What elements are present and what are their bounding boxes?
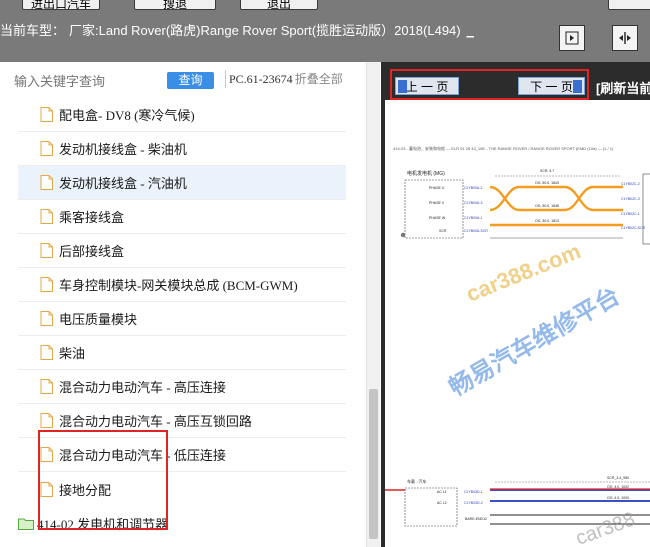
wire-label: OG, 50.0, 1843: [535, 181, 559, 185]
tree-item-label: 电压质量模块: [59, 312, 138, 327]
prev-page-button[interactable]: 上 一 页: [395, 77, 459, 95]
next-page-button[interactable]: 下 一 页: [518, 77, 585, 95]
bare-end-label: BARE-END12: [465, 517, 487, 521]
model-label: 当前车型：: [0, 23, 66, 38]
scr-wire-label: SCR_3.4_980: [607, 476, 629, 480]
pin-label: C1YB00A-SCR: [464, 229, 488, 233]
pc-code: PC.61-23674: [229, 72, 293, 86]
wire-label: OG, 4.0, 1000: [607, 496, 629, 500]
scroll-thumb[interactable]: [369, 389, 378, 539]
lower-block-label: 车载 - 汽车: [407, 478, 427, 484]
tree-item-label: 配电盒- DV8 (寒冷气候): [59, 108, 195, 123]
viewer-toolbar: 上 一 页 下 一 页 [刷新当前: [386, 66, 650, 104]
refresh-link[interactable]: [刷新当前: [596, 78, 650, 97]
query-button[interactable]: 查询: [167, 72, 214, 89]
tree-item[interactable]: 发动机接线盒 - 柴油机: [18, 132, 346, 166]
pin-label: C1YB00A-3: [464, 201, 483, 205]
back-button[interactable]: 搜退: [134, 0, 216, 10]
tree-item-label: 混合动力电动汽车 - 高压互锁回路: [59, 414, 252, 429]
collapse-all-link[interactable]: 折叠全部: [295, 72, 343, 86]
import-car-button[interactable]: 进出口汽车: [22, 0, 100, 10]
left-panel: 查询 PC.61-23674折叠全部 配电盒- DV8 (寒冷气候) 发动机接线…: [0, 62, 380, 547]
document-icon: [40, 277, 53, 292]
phase-u-label: PHASE U: [429, 186, 445, 190]
ac-l1-label: AC L1: [437, 490, 447, 494]
left-scrollbar[interactable]: [366, 62, 380, 547]
wire-label: OG, 50.0, 1813: [535, 219, 559, 223]
tree-item[interactable]: 柴油: [18, 336, 346, 370]
arrow-right-icon: [573, 80, 582, 93]
wiring-diagram-drawing: 电机发电机 (MG) PHASE U PHASE V PHASE W SCR C…: [385, 169, 650, 527]
exit-button[interactable]: 退出: [240, 0, 318, 10]
search-row: 查询 PC.61-23674折叠全部: [0, 62, 380, 98]
split-view-icon: [619, 32, 631, 44]
ac-l2-label: AC L2: [437, 501, 447, 505]
document-icon: [40, 209, 53, 224]
prev-page-label: 上 一 页: [405, 79, 449, 94]
mg-label: 电机发电机 (MG): [407, 170, 445, 177]
document-icon: [40, 107, 53, 122]
collapse-panel-button[interactable]: [559, 25, 585, 51]
pin-label: C1YB02C-2: [621, 182, 640, 186]
tree-item[interactable]: 乘客接线盒: [18, 200, 346, 234]
tree-item[interactable]: 电压质量模块: [18, 302, 346, 336]
document-icon: [40, 345, 53, 360]
app-window: 进出口汽车 搜退 退出 当前车型： 厂家:Land Rover(路虎)Range …: [0, 0, 650, 547]
folder-icon: [18, 518, 34, 530]
tree-item-selected[interactable]: 发动机接线盒 - 汽油机: [18, 166, 346, 200]
phase-w-label: PHASE W: [429, 216, 446, 220]
tree-item[interactable]: 配电盒- DV8 (寒冷气候): [18, 98, 346, 132]
tree-item[interactable]: 车身控制模块-网关模块总成 (BCM-GWM): [18, 268, 346, 302]
tree-item-label: 车身控制模块-网关模块总成 (BCM-GWM): [59, 278, 298, 293]
highlight-box: [38, 430, 168, 530]
split-view-button[interactable]: [612, 25, 638, 51]
document-icon: [40, 175, 53, 190]
tree-item-label: 发动机接线盒 - 汽油机: [59, 176, 187, 191]
current-model: 当前车型： 厂家:Land Rover(路虎)Range Rover Sport(…: [0, 21, 474, 41]
document-icon: [40, 311, 53, 326]
wiring-diagram: 414-03 - 蓄电池、安装和电缆 — ELR 01 28 43_10E - …: [385, 100, 650, 547]
pin-label: C1YB03D-1: [464, 490, 483, 494]
pin-label: C1YB00A-1: [464, 216, 483, 220]
pin-label: C1YB02C-SCR: [621, 226, 646, 230]
corner-button[interactable]: [608, 0, 650, 10]
pager-highlight: 上 一 页 下 一 页: [390, 69, 589, 100]
tree-item[interactable]: 后部接线盒: [18, 234, 346, 268]
tree-item[interactable]: 混合动力电动汽车 - 高压连接: [18, 370, 346, 404]
model-link[interactable]: _: [467, 21, 474, 41]
top-bar: 进出口汽车 搜退 退出 当前车型： 厂家:Land Rover(路虎)Range …: [0, 0, 650, 62]
tree-item-label: 柴油: [59, 346, 86, 361]
pin-label: C1YB02C-1: [621, 212, 640, 216]
document-icon: [40, 413, 53, 428]
document-icon: [40, 243, 53, 258]
viewer-panel: 上 一 页 下 一 页 [刷新当前 414-03 - 蓄电池、安装和电缆 — E…: [381, 62, 650, 547]
tree-item-label: 混合动力电动汽车 - 高压连接: [59, 380, 226, 395]
tree-item-label: 乘客接线盒: [59, 210, 125, 225]
phase-v-label: PHASE V: [429, 201, 445, 205]
pc-info: PC.61-23674 折叠全部: [229, 70, 343, 87]
document-icon: [40, 379, 53, 394]
tree-item-label: 发动机接线盒 - 柴油机: [59, 142, 187, 157]
scr-label: SCR: [439, 229, 447, 233]
pin-label: C1YB03D-2: [464, 501, 483, 505]
pin-label: C1YB00A-2: [464, 186, 483, 190]
arrow-left-icon: [398, 80, 407, 93]
search-input[interactable]: [14, 70, 164, 92]
scr-wire-label: SCR, 4.7: [540, 169, 554, 173]
pin-label: C1YB02C-3: [621, 197, 640, 201]
document-icon: [40, 141, 53, 156]
next-page-label: 下 一 页: [530, 79, 573, 94]
divider: [225, 70, 226, 88]
wire-label: OG, 50.0, 1848: [535, 204, 559, 208]
tree-item-label: 后部接线盒: [59, 244, 125, 259]
collapse-panel-icon: [565, 31, 579, 45]
model-value: 厂家:Land Rover(路虎)Range Rover Sport(揽胜运动版…: [69, 23, 461, 38]
